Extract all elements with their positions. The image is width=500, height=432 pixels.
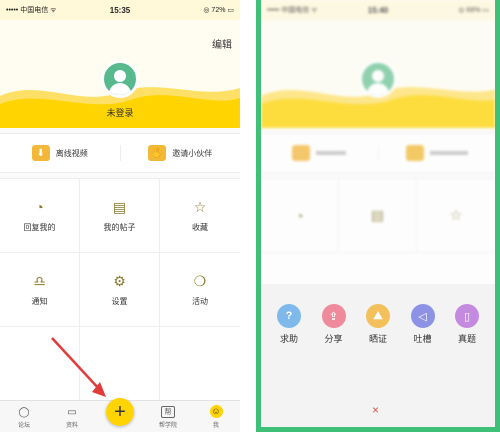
option-exam-questions[interactable]: ▯ 真题 [447,304,487,345]
edit-button[interactable]: 编辑 [212,36,232,51]
menu-grid-blurred: ◔ ▤ ☆ [261,178,495,290]
menu-cell-blurred: ▤ [339,179,417,253]
avatar [359,60,397,98]
question-icon: ? [277,304,301,328]
menu-item-label: 收藏 [192,223,208,232]
post-type-options: ? 求助 ⇪ 分享 ⛰ 晒证 ◁ 吐槽 ▯ 真题 [269,304,487,345]
profile-header-blurred [261,20,495,128]
menu-cell-blurred: ☆ [417,179,495,253]
monitor-icon: ▭ [67,406,77,418]
offline-video-button[interactable]: ⬇ 离线视频 [0,145,120,161]
option-label: 分享 [324,334,343,344]
quick-action-label: 邀请小伙伴 [172,148,213,158]
avatar-head [372,70,384,82]
bell-icon: ♎ [33,272,46,289]
menu-item-favorites[interactable]: ☆ 收藏 [160,179,240,253]
tab-me[interactable]: ☺ 我 [192,405,240,432]
option-share[interactable]: ⇪ 分享 [314,304,354,345]
paper-icon: ▯ [455,304,479,328]
chat-bubble-icon: ◔ [35,199,44,215]
download-icon: ⬇ [31,145,50,161]
gear-icon: ⚙ [113,272,126,289]
quick-actions-row: ⬇ 离线视频 ✋ 邀请小伙伴 [0,133,240,173]
quick-item-blurred [377,145,496,161]
carrier-text: ••••• 中国电信 ᯤ [267,7,318,14]
share-icon: ⇪ [321,304,346,328]
menu-item-label: 通知 [31,297,48,306]
tab-label: 论坛 [17,423,30,429]
smile-face-icon: ☺ [209,405,223,418]
menu-item-replies[interactable]: ◔ 回复我的 [0,179,80,253]
star-icon: ☆ [449,207,463,223]
option-label: 真题 [457,334,476,344]
handshake-icon: ✋ [148,145,167,161]
clock-text: 15:40 [367,5,389,15]
battery-text: ◎ 72% ▭ [203,7,234,14]
option-complain[interactable]: ◁ 吐槽 [403,304,443,345]
plus-icon: + [114,400,126,423]
mountain-photo-icon: ⛰ [366,304,390,328]
handshake-icon [405,145,424,161]
blurred-text [429,151,468,155]
tab-materials[interactable]: ▭ 资料 [48,406,96,432]
speaker-icon: ◁ [410,304,435,328]
chat-bubble-icon: ◔ [295,207,304,224]
profile-header: 编辑 未登录 [0,20,240,128]
avatar-head [114,70,126,82]
menu-item-settings[interactable]: ⚙ 设置 [80,253,160,327]
menu-item-label: 回复我的 [23,223,56,232]
academy-icon: 帮 [161,406,175,418]
clock-text: 15:35 [109,5,131,15]
document-icon: ▤ [370,207,385,223]
bottom-tab-bar: ◯ 论坛 ▭ 资料 + 帮 帮学院 ☺ 我 [0,398,240,432]
close-icon[interactable]: × [372,403,379,417]
avatar[interactable] [101,60,139,98]
status-bar: ••••• 中国电信 ᯤ 15:40 ◎ 68% ▭ [261,0,495,20]
battery-text: ◎ 68% ▭ [458,7,489,14]
document-icon: ▤ [112,198,127,215]
menu-item-events[interactable]: ❍ 活动 [160,253,240,327]
quick-item-blurred [261,145,378,161]
login-status-label[interactable]: 未登录 [0,106,240,119]
comparison-stage: ••••• 中国电信 ᯤ 15:35 ◎ 72% ▭ 编辑 未登录 ⬇ 离线视频… [0,0,500,432]
star-icon: ☆ [193,198,207,215]
avatar-body [367,83,389,95]
menu-item-my-posts[interactable]: ▤ 我的帖子 [80,179,160,253]
phone-screen-profile: ••••• 中国电信 ᯤ 15:35 ◎ 72% ▭ 编辑 未登录 ⬇ 离线视频… [0,0,240,432]
carrier-text: ••••• 中国电信 ᯤ [6,7,57,14]
post-type-menu: ? 求助 ⇪ 分享 ⛰ 晒证 ◁ 吐槽 ▯ 真题 × [261,284,495,427]
option-ask-help[interactable]: ? 求助 [269,304,309,345]
menu-item-label: 我的帖子 [103,223,136,232]
balloon-icon: ❍ [193,272,207,289]
menu-item-label: 设置 [111,297,128,306]
menu-empty-cell [80,327,160,401]
option-label: 吐槽 [413,334,432,344]
option-label: 晒证 [368,334,387,344]
menu-item-label: 活动 [192,297,208,306]
menu-empty-cell [0,327,80,401]
menu-item-notifications[interactable]: ♎ 通知 [0,253,80,327]
forum-icon: ◯ [18,406,30,418]
blurred-text [316,151,347,155]
profile-menu-grid: ◔ 回复我的 ▤ 我的帖子 ☆ 收藏 ♎ 通知 ⚙ 设置 ❍ 活动 [0,178,240,401]
avatar-body [109,83,131,95]
status-bar: ••••• 中国电信 ᯤ 15:35 ◎ 72% ▭ [0,0,240,20]
option-show-certificate[interactable]: ⛰ 晒证 [358,304,398,345]
menu-empty-cell [160,327,240,401]
menu-cell-blurred: ◔ [261,179,339,253]
option-label: 求助 [279,334,298,344]
tab-academy[interactable]: 帮 帮学院 [144,406,192,432]
quick-actions-row-blurred [261,133,495,173]
tab-label: 帮学院 [158,423,177,429]
tab-label: 我 [212,423,219,429]
phone-screen-add-menu: ••••• 中国电信 ᯤ 15:40 ◎ 68% ▭ ◔ ▤ ☆ ? 求助 ⇪ … [256,0,500,432]
download-icon [292,145,311,161]
tab-forum[interactable]: ◯ 论坛 [0,406,48,432]
quick-action-label: 离线视频 [55,148,88,158]
add-post-button[interactable]: + [106,398,134,426]
tab-label: 资料 [65,423,78,429]
invite-friends-button[interactable]: ✋ 邀请小伙伴 [119,145,241,161]
